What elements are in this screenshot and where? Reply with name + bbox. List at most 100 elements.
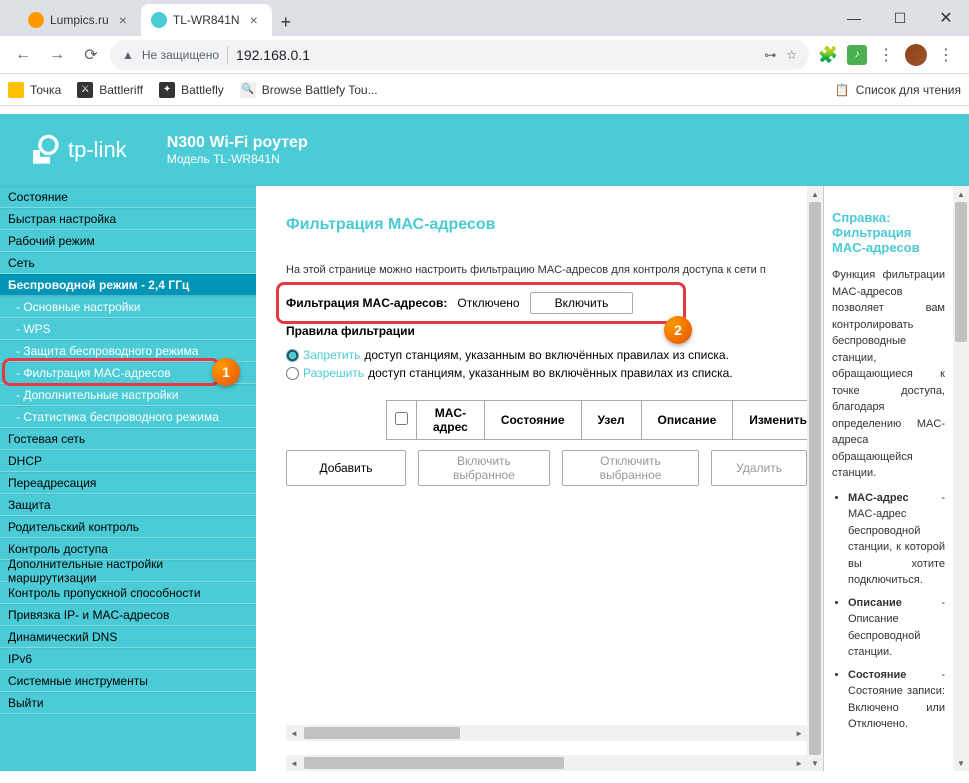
browser-tab-router[interactable]: TL-WR841N × <box>141 4 272 36</box>
help-list-item: Состояние - Состояние записи: Включено и… <box>848 667 945 733</box>
tplink-icon <box>28 133 62 167</box>
tab-title: Lumpics.ru <box>50 13 109 27</box>
horizontal-scrollbar[interactable]: ◄► <box>286 725 807 741</box>
star-icon[interactable]: ☆ <box>786 48 797 62</box>
help-list-item: MAC-адрес - MAC-адрес беспроводной станц… <box>848 490 945 589</box>
chrome-menu-button[interactable]: ⋮ <box>931 40 961 70</box>
reading-list-label: Список для чтения <box>856 83 961 97</box>
sidebar-item[interactable]: Защита <box>0 494 256 516</box>
sidebar-item[interactable]: Родительский контроль <box>0 516 256 538</box>
extension-icon[interactable]: ♪ <box>847 45 867 65</box>
filter-status-value: Отключено <box>457 296 519 310</box>
brand-name: tp-link <box>68 137 127 163</box>
address-bar[interactable]: ▲ Не защищено 192.168.0.1 ⊶ ☆ <box>110 40 809 70</box>
bookmark-item[interactable]: 🔍 Browse Battlefy Tou... <box>240 82 378 98</box>
key-icon[interactable]: ⊶ <box>764 48 776 62</box>
sidebar-item[interactable]: - Статистика беспроводного режима <box>0 406 256 428</box>
sidebar-item[interactable]: - Защита беспроводного режима <box>0 340 256 362</box>
select-all-cell <box>387 401 417 440</box>
col-state: Состояние <box>484 401 581 440</box>
col-modify: Изменить <box>733 401 807 440</box>
rule-deny-row[interactable]: Запретить доступ станциям, указанным во … <box>286 348 807 362</box>
bookmark-label: Battlefly <box>181 83 224 97</box>
mac-filter-table: MAC-адрес Состояние Узел Описание Измени… <box>386 400 807 440</box>
favicon-icon <box>28 12 44 28</box>
forward-button[interactable]: → <box>42 40 72 70</box>
product-info: N300 Wi-Fi роутер Модель TL-WR841N <box>167 134 308 166</box>
site-icon: ⚔ <box>77 82 93 98</box>
back-button[interactable]: ← <box>8 40 38 70</box>
reload-button[interactable]: ⟳ <box>76 40 106 70</box>
bookmarks-bar: Точка ⚔ Battleriff ✦Battlefly 🔍 Browse Bat… <box>0 74 969 106</box>
enable-button[interactable]: Включить <box>530 292 634 314</box>
page-title: Фильтрация МАС-адресов <box>286 216 807 234</box>
brand-logo: tp-link <box>28 133 127 167</box>
rule-allow-row[interactable]: Разрешить доступ станциям, указанным во … <box>286 366 807 380</box>
sidebar-item[interactable]: - Дополнительные настройки <box>0 384 256 406</box>
close-window-button[interactable]: ✕ <box>923 0 969 36</box>
tab-title: TL-WR841N <box>173 13 240 27</box>
sidebar-item[interactable]: Дополнительные настройки маршрутизации <box>0 560 256 582</box>
sidebar-item[interactable]: Привязка IP- и MAC-адресов <box>0 604 256 626</box>
rules-section-title: Правила фильтрации <box>286 324 807 338</box>
security-status: Не защищено <box>142 48 219 62</box>
close-icon[interactable]: × <box>115 10 131 30</box>
sidebar-item[interactable]: Контроль пропускной способности <box>0 582 256 604</box>
rule-action-text: Запретить <box>303 348 360 362</box>
window-titlebar: Lumpics.ru × TL-WR841N × + — ☐ ✕ <box>0 0 969 36</box>
sidebar-item[interactable]: Динамический DNS <box>0 626 256 648</box>
sidebar-item[interactable]: Быстрая настройка <box>0 208 256 230</box>
sidebar-item[interactable]: Состояние <box>0 186 256 208</box>
profile-avatar[interactable] <box>905 44 927 66</box>
close-icon[interactable]: × <box>246 10 262 30</box>
sidebar-item[interactable]: Беспроводной режим - 2,4 ГГц <box>0 274 256 296</box>
browser-tab-lumpics[interactable]: Lumpics.ru × <box>18 4 141 36</box>
sidebar-item[interactable]: Выйти <box>0 692 256 714</box>
sidebar-item[interactable]: Переадресация <box>0 472 256 494</box>
favicon-icon <box>151 12 167 28</box>
folder-icon <box>8 82 24 98</box>
sidebar-menu: СостояниеБыстрая настройкаРабочий режимС… <box>0 186 256 771</box>
select-all-checkbox[interactable] <box>395 412 408 425</box>
table-actions: Добавить Включить выбранное Отключить вы… <box>286 450 807 486</box>
col-desc: Описание <box>641 401 733 440</box>
maximize-button[interactable]: ☐ <box>877 0 923 36</box>
annotation-badge-2: 2 <box>664 316 692 344</box>
disable-selected-button[interactable]: Отключить выбранное <box>562 450 699 486</box>
bookmark-label: Battleriff <box>99 83 143 97</box>
product-title: N300 Wi-Fi роутер <box>167 134 308 152</box>
minimize-button[interactable]: — <box>831 0 877 36</box>
add-button[interactable]: Добавить <box>286 450 406 486</box>
site-icon: 🔍 <box>240 82 256 98</box>
list-icon: 📋 <box>835 83 850 97</box>
separator <box>227 46 228 64</box>
rule-deny-radio[interactable] <box>286 349 299 362</box>
bookmark-item[interactable]: Точка <box>8 82 61 98</box>
sidebar-item[interactable]: DHCP <box>0 450 256 472</box>
bookmark-label: Browse Battlefy Tou... <box>262 83 378 97</box>
extensions-button[interactable]: 🧩 <box>813 40 843 70</box>
new-tab-button[interactable]: + <box>272 8 300 36</box>
delete-button[interactable]: Удалить <box>711 450 807 486</box>
sidebar-item[interactable]: - WPS <box>0 318 256 340</box>
sidebar-item[interactable]: Гостевая сеть <box>0 428 256 450</box>
sidebar-item[interactable]: - Основные настройки <box>0 296 256 318</box>
reading-list-button[interactable]: 📋 Список для чтения <box>835 83 961 97</box>
enable-selected-button[interactable]: Включить выбранное <box>418 450 550 486</box>
col-mac: MAC-адрес <box>417 401 485 440</box>
annotation-badge-1: 1 <box>212 358 240 386</box>
vertical-scrollbar[interactable]: ▲ ▼ <box>807 186 823 771</box>
help-scrollbar[interactable]: ▲ ▼ <box>953 186 969 771</box>
rule-action-text: Разрешить <box>303 366 364 380</box>
bookmark-item[interactable]: ✦Battlefly <box>159 82 224 98</box>
menu-button[interactable]: ⋮ <box>871 40 901 70</box>
sidebar-item[interactable]: Рабочий режим <box>0 230 256 252</box>
bookmark-label: Точка <box>30 83 61 97</box>
bookmark-item[interactable]: ⚔ Battleriff <box>77 82 143 98</box>
rule-allow-radio[interactable] <box>286 367 299 380</box>
sidebar-item[interactable]: IPv6 <box>0 648 256 670</box>
horizontal-scrollbar[interactable]: ◄► <box>286 755 807 771</box>
sidebar-item[interactable]: Сеть <box>0 252 256 274</box>
sidebar-item[interactable]: Системные инструменты <box>0 670 256 692</box>
warning-icon: ▲ <box>122 48 134 62</box>
